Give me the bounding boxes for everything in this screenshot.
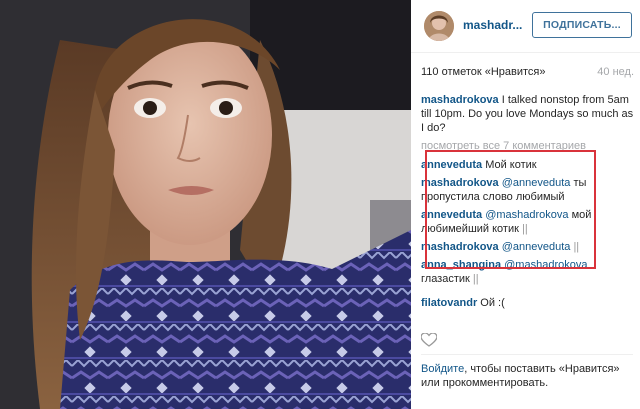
view-all-comments-link[interactable]: посмотреть все 7 комментариев — [421, 139, 635, 153]
comment-mention[interactable]: @anneveduta — [502, 177, 571, 189]
comment-mention[interactable]: @mashadrokova — [504, 259, 587, 271]
selfie-image — [0, 0, 411, 409]
follow-button[interactable]: ПОДПИСАТЬ... — [532, 12, 632, 38]
comment-item: anneveduta @mashadrokova мой любимейший … — [421, 208, 635, 236]
comment-cursor-mark: || — [573, 241, 580, 253]
comment-cursor-mark: || — [472, 273, 479, 285]
comment-item: mashadrokova @anneveduta || — [421, 240, 635, 254]
comment-text: глазастик — [421, 273, 470, 285]
post-photo[interactable] — [0, 0, 411, 409]
side-panel: mashadr... ПОДПИСАТЬ... 110 отметок «Нра… — [411, 0, 640, 409]
comment-text: Мой котик — [485, 159, 537, 171]
comments-list: mashadrokova I talked nonstop from 5am t… — [421, 93, 635, 314]
heart-icon[interactable] — [421, 333, 437, 347]
comment-item: mashadrokova @anneveduta ты пропустила с… — [421, 176, 635, 204]
login-link[interactable]: Войдите — [421, 363, 464, 375]
avatar[interactable] — [424, 11, 454, 41]
comment-author[interactable]: anneveduta — [421, 159, 482, 171]
comment-text: Ой :( — [480, 297, 505, 309]
likes-count[interactable]: 110 отметок «Нравится» — [421, 66, 546, 78]
instagram-post: mashadr... ПОДПИСАТЬ... 110 отметок «Нра… — [0, 0, 640, 409]
comment-item: filatovandr Ой :( — [421, 296, 635, 310]
comment-mention[interactable]: @mashadrokova — [485, 209, 568, 221]
post-username[interactable]: mashadr... — [463, 18, 522, 32]
post-stats: 110 отметок «Нравится» 40 нед. — [421, 66, 634, 80]
comment-author[interactable]: mashadrokova — [421, 177, 499, 189]
comment-item: anneveduta Мой котик — [421, 158, 635, 172]
comment-cursor-mark: || — [521, 223, 528, 235]
post-header: mashadr... ПОДПИСАТЬ... — [411, 0, 640, 53]
post-time[interactable]: 40 нед. — [597, 66, 634, 78]
comment-author[interactable]: mashadrokova — [421, 241, 499, 253]
login-prompt: Войдите, чтобы поставить «Нравится» или … — [421, 362, 635, 390]
caption-author[interactable]: mashadrokova — [421, 94, 499, 106]
comment-author[interactable]: filatovandr — [421, 297, 477, 309]
comment-author[interactable]: anneveduta — [421, 209, 482, 221]
comment-item: anna_shangina @mashadrokova глазастик || — [421, 258, 635, 286]
divider — [421, 354, 633, 355]
comment-author[interactable]: anna_shangina — [421, 259, 501, 271]
comment-mention[interactable]: @anneveduta — [502, 241, 571, 253]
caption: mashadrokova I talked nonstop from 5am t… — [421, 93, 635, 135]
